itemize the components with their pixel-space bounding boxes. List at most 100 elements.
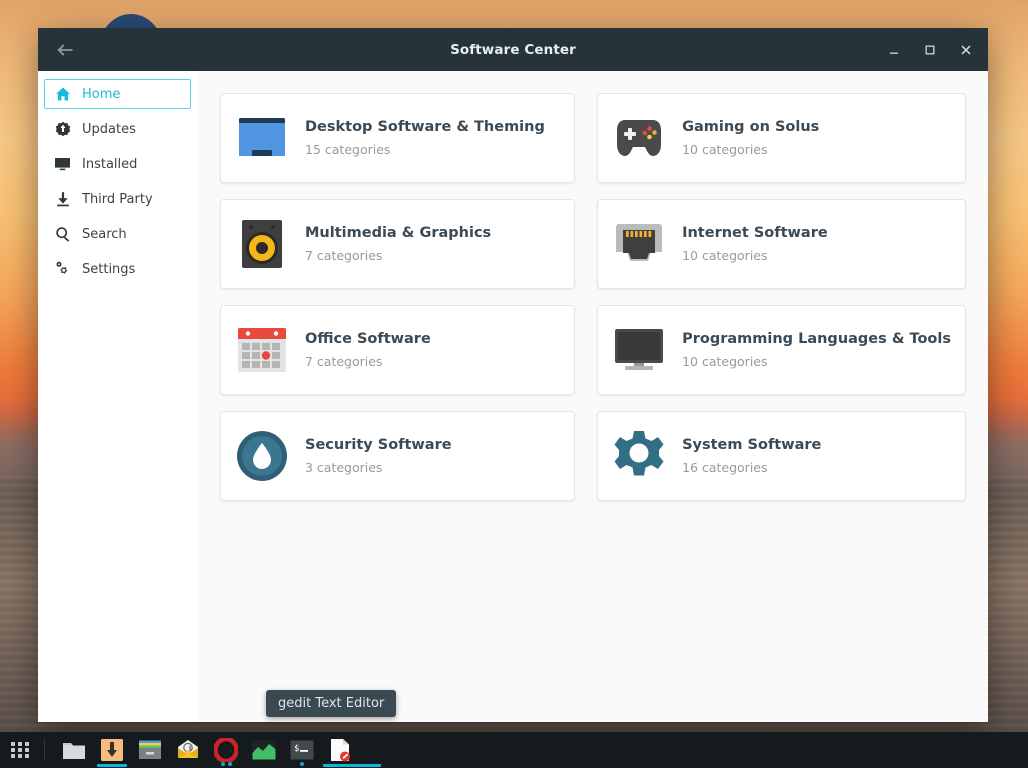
sidebar-item-search[interactable]: Search [44, 219, 191, 249]
card-title: Security Software [305, 437, 452, 453]
sidebar: Home Updates Installed Third Party Searc… [38, 71, 198, 722]
archive-icon [138, 738, 162, 762]
category-card-security[interactable]: Security Software 3 categories [220, 411, 576, 501]
card-subtitle: 7 categories [305, 354, 383, 369]
taskbar-active-indicator [97, 764, 127, 767]
gamepad-icon [612, 111, 666, 165]
sidebar-item-settings[interactable]: Settings [44, 254, 191, 284]
taskbar: $ [0, 732, 1028, 768]
sidebar-item-home[interactable]: Home [44, 79, 191, 109]
taskbar-item-archive-manager[interactable] [131, 732, 169, 768]
taskbar-item-mail-client[interactable] [169, 732, 207, 768]
taskbar-separator [44, 739, 45, 761]
home-icon [54, 86, 71, 103]
card-subtitle: 7 categories [305, 248, 383, 263]
card-title: Office Software [305, 331, 431, 347]
back-arrow-icon [57, 43, 73, 56]
window-body: Home Updates Installed Third Party Searc… [38, 71, 988, 722]
settings-icon [54, 261, 71, 278]
chart-icon [252, 738, 276, 762]
card-title: Internet Software [682, 225, 828, 241]
download-icon [100, 738, 124, 762]
close-button[interactable] [958, 42, 974, 58]
card-title: Programming Languages & Tools [682, 331, 951, 347]
card-text: Programming Languages & Tools 10 categor… [682, 331, 951, 369]
taskbar-active-indicator [323, 764, 381, 767]
taskbar-item-opera-browser[interactable] [207, 732, 245, 768]
card-title: System Software [682, 437, 822, 453]
installed-icon [54, 156, 71, 173]
card-subtitle: 10 categories [682, 142, 768, 157]
desktop-window-icon [235, 111, 289, 165]
taskbar-running-indicator [221, 762, 225, 766]
download-icon [54, 191, 71, 208]
card-title: Multimedia & Graphics [305, 225, 492, 241]
security-droplet-icon [235, 429, 289, 483]
card-text: System Software 16 categories [682, 437, 821, 475]
ethernet-port-icon [612, 217, 666, 271]
taskbar-item-graphics-app[interactable] [245, 732, 283, 768]
card-subtitle: 10 categories [682, 248, 768, 263]
card-subtitle: 10 categories [682, 354, 768, 369]
text-editor-icon [328, 738, 352, 762]
taskbar-running-indicator [300, 762, 304, 766]
calendar-icon [235, 323, 289, 377]
card-text: Internet Software 10 categories [682, 225, 828, 263]
updates-icon [54, 121, 71, 138]
taskbar-item-downloader[interactable] [93, 732, 131, 768]
category-card-office[interactable]: Office Software 7 categories [220, 305, 576, 395]
category-card-system[interactable]: System Software 16 categories [597, 411, 966, 501]
card-title: Desktop Software & Theming [305, 119, 545, 135]
close-icon [961, 44, 971, 55]
desktop: Software Center Home Updates Installed T… [0, 0, 1028, 768]
taskbar-item-files-manager[interactable] [55, 732, 93, 768]
terminal-icon: $ [290, 738, 314, 762]
software-center-window: Software Center Home Updates Installed T… [38, 28, 988, 722]
category-card-multimedia[interactable]: Multimedia & Graphics 7 categories [220, 199, 576, 289]
speaker-icon [235, 217, 289, 271]
card-subtitle: 15 categories [305, 142, 391, 157]
taskbar-running-indicator [228, 762, 232, 766]
folder-icon [62, 738, 86, 762]
card-text: Security Software 3 categories [305, 437, 452, 475]
sidebar-item-updates[interactable]: Updates [44, 114, 191, 144]
svg-text:$: $ [294, 744, 299, 754]
sidebar-item-label: Settings [82, 261, 136, 277]
content-area: Desktop Software & Theming 15 categories [198, 71, 988, 722]
monitor-icon [612, 323, 666, 377]
category-card-desktop-software[interactable]: Desktop Software & Theming 15 categories [220, 93, 576, 183]
sidebar-item-label: Search [82, 226, 127, 242]
minimize-button[interactable] [886, 42, 902, 58]
window-title: Software Center [450, 41, 576, 58]
taskbar-item-terminal[interactable]: $ [283, 732, 321, 768]
card-subtitle: 16 categories [682, 460, 768, 475]
taskbar-item-gedit[interactable] [321, 732, 381, 768]
envelope-icon [176, 738, 200, 762]
search-icon [54, 226, 71, 243]
sidebar-item-installed[interactable]: Installed [44, 149, 191, 179]
card-title: Gaming on Solus [682, 119, 820, 135]
card-text: Office Software 7 categories [305, 331, 431, 369]
sidebar-item-label: Home [82, 86, 121, 102]
card-text: Desktop Software & Theming 15 categories [305, 119, 545, 157]
opera-icon [214, 738, 238, 762]
minimize-icon [890, 52, 898, 54]
app-grid-icon [11, 742, 29, 758]
card-subtitle: 3 categories [305, 460, 383, 475]
sidebar-item-label: Installed [82, 156, 138, 172]
card-text: Multimedia & Graphics 7 categories [305, 225, 491, 263]
category-card-programming[interactable]: Programming Languages & Tools 10 categor… [597, 305, 966, 395]
back-button[interactable] [48, 36, 82, 64]
maximize-icon [925, 45, 935, 54]
sidebar-item-label: Updates [82, 121, 136, 137]
maximize-button[interactable] [922, 42, 938, 58]
sidebar-item-label: Third Party [82, 191, 153, 207]
gear-icon [612, 429, 666, 483]
category-card-internet[interactable]: Internet Software 10 categories [597, 199, 966, 289]
app-grid-button[interactable] [2, 732, 38, 768]
category-card-grid: Desktop Software & Theming 15 categories [220, 93, 966, 501]
window-titlebar: Software Center [38, 28, 988, 71]
taskbar-tooltip: gedit Text Editor [266, 690, 397, 717]
sidebar-item-third-party[interactable]: Third Party [44, 184, 191, 214]
category-card-gaming[interactable]: Gaming on Solus 10 categories [597, 93, 966, 183]
